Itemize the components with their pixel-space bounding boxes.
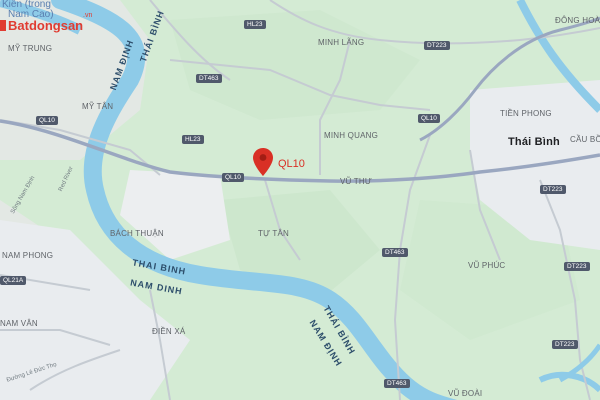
brand-suffix: .vn [83,12,93,19]
place-label-tien-phong: TIỀN PHONG [500,109,552,118]
map-base-layer [0,0,600,400]
route-shield-ql10: QL10 [418,114,440,123]
location-pin-icon[interactable] [253,148,273,176]
route-shield-dt223: DT223 [564,262,590,271]
route-shield-ql10: QL10 [222,173,244,182]
place-label-nam-van: NAM VÂN [0,319,38,328]
brand-name: Batdongsan [8,18,84,33]
place-label-my-tan: MỸ TÂN [82,102,114,111]
route-shield-hl23: HL23 [182,135,204,144]
route-shield-dt463: DT463 [384,379,410,388]
place-label-cau-bo: CẦU BỒ [570,135,600,144]
route-shield-ql21a: QL21A [0,276,27,285]
place-label-minh-quang: MINH QUANG [324,131,378,140]
place-label-my-trung: MỸ TRUNG [8,44,53,53]
route-shield-dt463: DT463 [382,248,408,257]
brand-overlay[interactable]: Kiến (trong Nam Cao) [2,0,54,20]
place-label-vu-thu: VŨ THƯ [340,177,372,186]
place-label-tu-tan: TỰ TÂN [258,229,289,238]
map-canvas[interactable]: Kiến (trong Nam Cao) Batdongsan .vn MỸ T… [0,0,600,400]
route-shield-hl23: HL23 [244,20,266,29]
place-label-vu-doai: VŨ ĐOÀI [448,389,483,398]
route-shield-dt463: DT463 [196,74,222,83]
location-pin-label: QL10 [278,158,305,170]
route-shield-dt223: DT223 [424,41,450,50]
route-shield-dt223: DT223 [552,340,578,349]
logo-mark-icon [0,20,6,31]
place-label-bach-thuan: BÁCH THUẬN [110,229,164,238]
brand-logo[interactable]: Batdongsan [0,18,83,33]
city-label-thai-binh: Thái Bình [508,136,560,148]
place-label-dien-xa: ĐIỀN XÁ [152,327,186,336]
place-label-vu-phuc: VŨ PHÚC [468,261,506,270]
place-label-nam-phong: NAM PHONG [2,251,54,260]
place-label-dong-hoa: ĐÔNG HOÀ [555,16,600,25]
route-shield-dt223: DT223 [540,185,566,194]
route-shield-ql10: QL10 [36,116,58,125]
place-label-minh-lang: MINH LÃNG [318,38,365,47]
